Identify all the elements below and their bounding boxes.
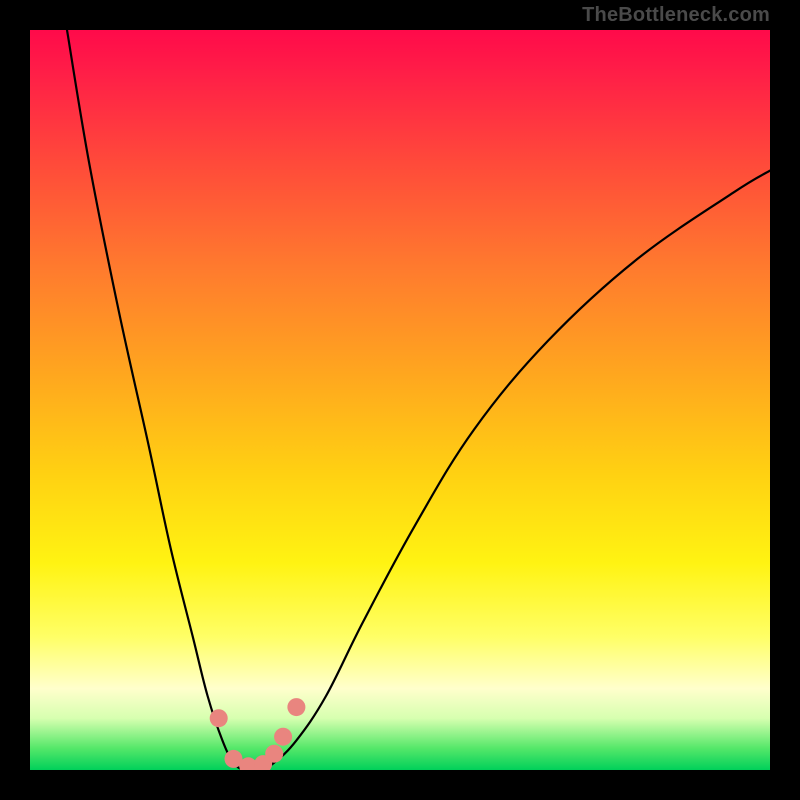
plot-area — [30, 30, 770, 770]
curve-marker — [287, 698, 305, 716]
chart-frame: TheBottleneck.com — [0, 0, 800, 800]
curve-path — [67, 30, 770, 770]
watermark-text: TheBottleneck.com — [582, 4, 770, 27]
curve-marker — [265, 745, 283, 763]
curve-markers — [210, 698, 306, 770]
curve-marker — [210, 709, 228, 727]
curve-marker — [274, 728, 292, 746]
bottleneck-curve — [30, 30, 770, 770]
